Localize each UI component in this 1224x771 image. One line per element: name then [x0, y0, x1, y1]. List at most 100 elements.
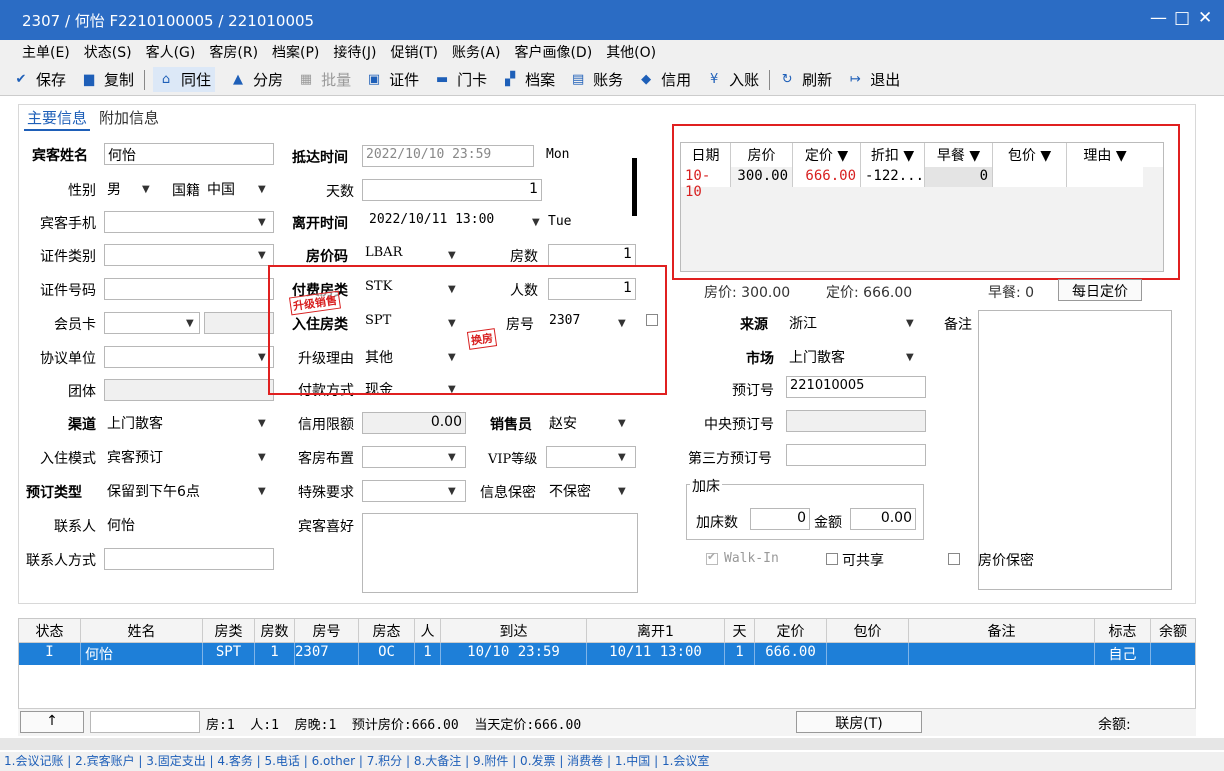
- daily-rate-button[interactable]: 每日定价: [1058, 279, 1142, 301]
- chevron-down-icon: ▼: [258, 418, 266, 429]
- grid-icon: ▦: [299, 72, 313, 87]
- horizontal-scrollbar[interactable]: [0, 738, 1224, 750]
- cert-no-input[interactable]: [104, 278, 274, 300]
- grid-col-balance[interactable]: 余额: [1151, 619, 1195, 642]
- market-select[interactable]: 上门散客: [786, 346, 926, 368]
- grid-col-package[interactable]: 包价: [827, 619, 909, 642]
- menu-account[interactable]: 账务(A): [452, 42, 501, 62]
- chevron-down-icon: ▼: [448, 250, 456, 261]
- batch-button[interactable]: ▦ 批量: [297, 69, 351, 90]
- status-search-input[interactable]: [90, 711, 200, 733]
- grid-col-flag[interactable]: 标志: [1095, 619, 1151, 642]
- cert-button[interactable]: ▣ 证件: [365, 69, 419, 90]
- credit-button[interactable]: ◆ 信用: [637, 69, 691, 90]
- window-title: 2307 / 何怡 F2210100005 / 221010005: [22, 11, 315, 30]
- minimize-button[interactable]: —: [1150, 8, 1167, 28]
- chevron-down-icon: ▼: [258, 486, 266, 497]
- extra-bed-label: 加床数: [696, 515, 738, 531]
- menu-status[interactable]: 状态(S): [84, 42, 132, 62]
- grid-col-fixed[interactable]: 定价: [755, 619, 827, 642]
- leave-input[interactable]: 2022/10/11 13:00: [366, 211, 542, 233]
- gender-label: 性别: [68, 183, 96, 199]
- maximize-button[interactable]: □: [1174, 8, 1190, 28]
- phone-input[interactable]: [104, 211, 274, 233]
- guest-name-input[interactable]: 何怡: [104, 143, 274, 165]
- exit-button[interactable]: ↦ 退出: [846, 69, 900, 90]
- grid-col-status[interactable]: 状态: [19, 619, 81, 642]
- grid-col-leave[interactable]: 离开1: [587, 619, 725, 642]
- cert-type-select[interactable]: [104, 244, 274, 266]
- grid-col-name[interactable]: 姓名: [81, 619, 203, 642]
- source-select[interactable]: 浙江: [786, 312, 926, 334]
- tab-extra-info[interactable]: 附加信息: [96, 106, 162, 131]
- grid-col-type[interactable]: 房类: [203, 619, 255, 642]
- menu-profile[interactable]: 客户画像(D): [514, 42, 592, 62]
- preference-textarea[interactable]: [362, 513, 638, 593]
- arrive-input[interactable]: 2022/10/10 23:59: [362, 145, 534, 167]
- balance-label: 余额:: [1098, 717, 1131, 733]
- post-button[interactable]: ¥ 入账: [705, 69, 759, 90]
- copy-icon: ▆: [84, 72, 95, 87]
- grid-col-room-state[interactable]: 房态: [359, 619, 415, 642]
- link-room-button[interactable]: 联房(T): [796, 711, 922, 733]
- agreement-label: 协议单位: [40, 351, 96, 367]
- divider-bar: [632, 158, 637, 216]
- contact-way-input[interactable]: [104, 548, 274, 570]
- close-button[interactable]: ✕: [1198, 8, 1212, 28]
- menu-room[interactable]: 客房(R): [209, 42, 258, 62]
- refresh-button[interactable]: ↻ 刷新: [778, 69, 832, 90]
- table-row[interactable]: I 何怡 SPT 1 2307 OC 1 10/10 23:59 10/11 1…: [19, 643, 1195, 665]
- remark-textarea[interactable]: [978, 310, 1172, 590]
- days-input[interactable]: 1: [362, 179, 542, 201]
- mode-select[interactable]: 宾客预订: [104, 446, 274, 468]
- account-button[interactable]: ▤ 账务: [569, 69, 623, 90]
- grid-col-arrive[interactable]: 到达: [441, 619, 587, 642]
- grid-col-days[interactable]: 天: [725, 619, 755, 642]
- rate-secret-checkbox[interactable]: [948, 553, 960, 565]
- shareable-checkbox[interactable]: [826, 553, 838, 565]
- menu-reception[interactable]: 接待(J): [333, 42, 376, 62]
- door-card-button[interactable]: ▬ 门卡: [433, 69, 487, 90]
- res-type-select[interactable]: 保留到下午6点: [104, 480, 274, 502]
- credit-input: 0.00: [362, 412, 466, 434]
- menu-guest[interactable]: 客人(G): [146, 42, 196, 62]
- house-icon: ▲: [233, 72, 244, 87]
- rate-code-select[interactable]: LBAR: [362, 244, 462, 266]
- res-no-input[interactable]: 221010005: [786, 376, 926, 398]
- share-room-button[interactable]: ⌂ 同住: [153, 67, 216, 92]
- grid-col-room-no[interactable]: 房号: [295, 619, 359, 642]
- menu-other[interactable]: 其他(O): [606, 42, 656, 62]
- member-label: 会员卡: [54, 317, 96, 333]
- menu-promotion[interactable]: 促销(T): [390, 42, 437, 62]
- vip-label: VIP等级: [488, 452, 538, 467]
- extra-bed-input[interactable]: 0: [750, 508, 810, 530]
- chevron-down-icon: ▼: [532, 217, 540, 228]
- toolbar-separator: [144, 69, 146, 90]
- rooms-label: 房数: [510, 249, 538, 265]
- amount-input[interactable]: 0.00: [850, 508, 916, 530]
- days-label: 天数: [326, 184, 354, 200]
- split-room-button[interactable]: ▲ 分房: [229, 69, 283, 90]
- third-res-input[interactable]: [786, 444, 926, 466]
- channel-select[interactable]: 上门散客: [104, 412, 274, 434]
- grid-col-persons[interactable]: 人: [415, 619, 441, 642]
- group-input: [104, 379, 274, 401]
- menu-archive[interactable]: 档案(P): [272, 42, 319, 62]
- menu-main[interactable]: 主单(E): [22, 42, 70, 62]
- grid-col-remark[interactable]: 备注: [909, 619, 1095, 642]
- agreement-select[interactable]: [104, 346, 274, 368]
- archive-button[interactable]: ▞ 档案: [501, 69, 555, 90]
- save-button[interactable]: ✔ 保存: [12, 69, 66, 90]
- up-button[interactable]: ↑: [20, 711, 84, 733]
- contact-input[interactable]: 何怡: [104, 514, 274, 536]
- rooms-input[interactable]: 1: [548, 244, 636, 266]
- info-tabs: 主要信息 附加信息: [24, 106, 162, 131]
- tab-main-info[interactable]: 主要信息: [24, 106, 91, 131]
- contact-label: 联系人: [54, 519, 96, 535]
- chevron-down-icon: ▼: [906, 318, 914, 329]
- grid-col-rooms[interactable]: 房数: [255, 619, 295, 642]
- bottom-tabs[interactable]: 1.会议记账 | 2.宾客账户 | 3.固定支出 | 4.客务 | 5.电话 |…: [0, 752, 1224, 771]
- copy-button[interactable]: ▆ 复制: [80, 69, 134, 90]
- res-no-label: 预订号: [732, 383, 774, 399]
- extra-bed-title: 加床: [690, 476, 722, 496]
